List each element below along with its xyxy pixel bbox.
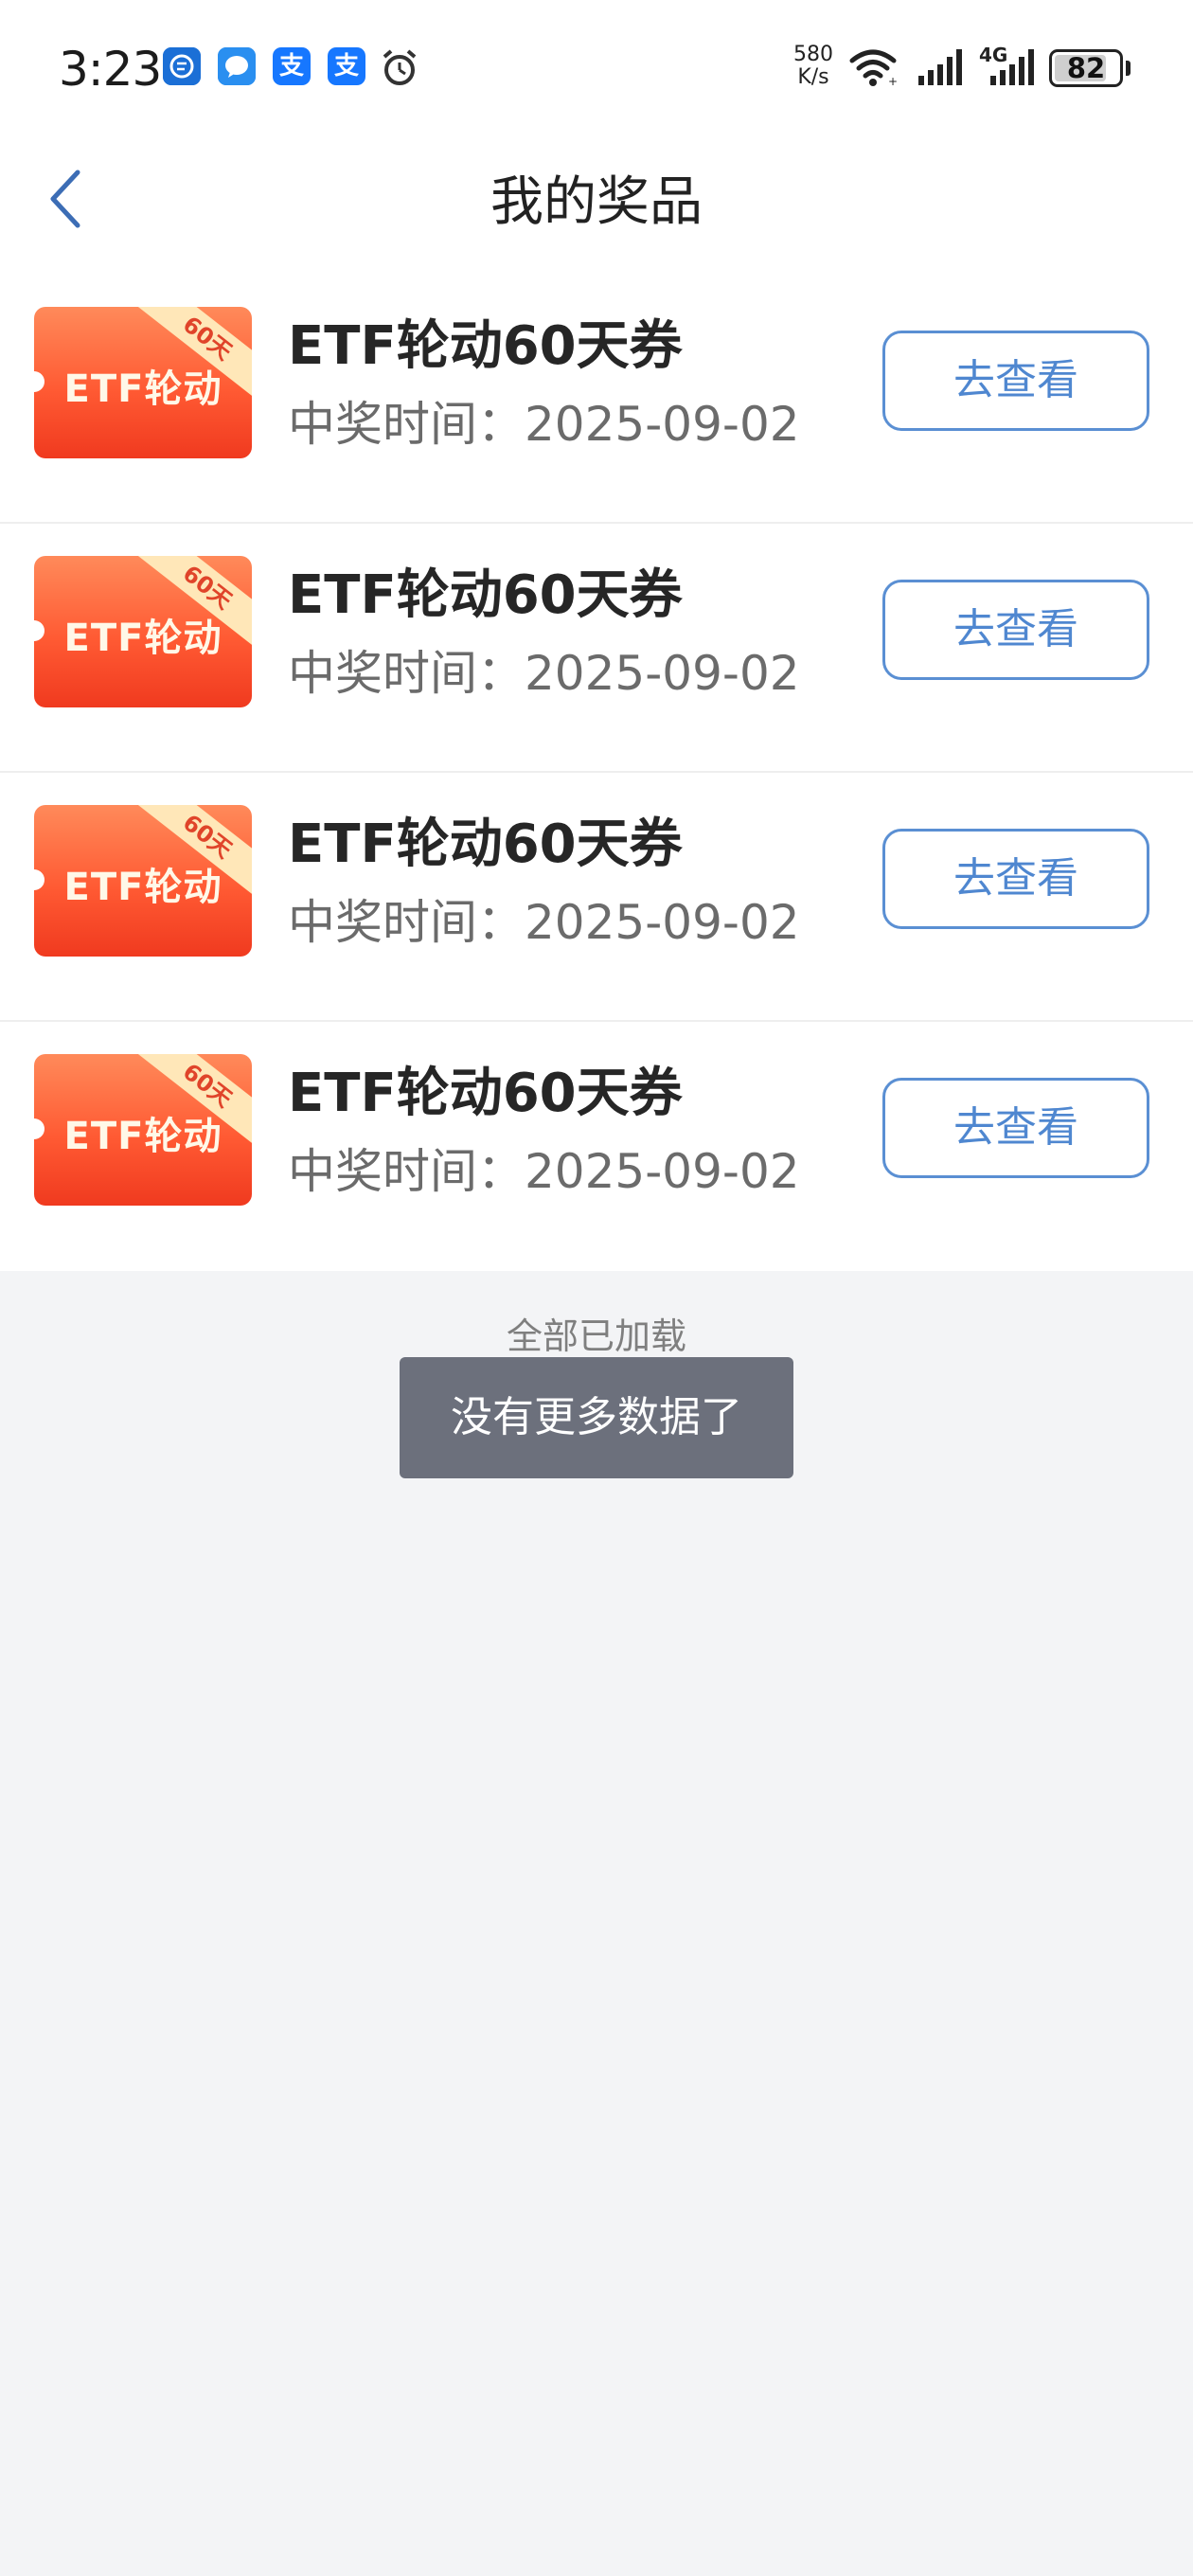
coupon-image: 60天 ETF轮动 xyxy=(34,556,252,707)
network-speed: 580 K/s xyxy=(793,43,833,89)
svg-text:+: + xyxy=(888,75,898,87)
coupon-image: 60天 ETF轮动 xyxy=(34,307,252,458)
nav-bar: 我的奖品 xyxy=(0,133,1193,275)
prize-time: 中奖时间：2025-09-02 xyxy=(288,397,800,452)
battery-indicator: 82 xyxy=(1049,49,1123,87)
status-bar: 3:23 支 支 580 K/s + 4G 82 xyxy=(0,0,1193,133)
view-button[interactable]: 去查看 xyxy=(882,829,1149,929)
prize-time: 中奖时间：2025-09-02 xyxy=(288,646,800,701)
coupon-image: 60天 ETF轮动 xyxy=(34,1054,252,1206)
message-app-icon xyxy=(163,47,201,85)
page-title: 我的奖品 xyxy=(490,171,703,233)
alipay-app-icon: 支 xyxy=(273,47,311,85)
status-time: 3:23 xyxy=(59,42,162,97)
list-item: 60天 ETF轮动 ETF轮动60天券 中奖时间：2025-09-02 去查看 xyxy=(0,275,1193,524)
prize-name: ETF轮动60天券 xyxy=(288,315,683,377)
prize-time: 中奖时间：2025-09-02 xyxy=(288,1144,800,1199)
view-button[interactable]: 去查看 xyxy=(882,331,1149,431)
all-loaded-text: 全部已加载 xyxy=(506,1315,686,1357)
prize-list: 60天 ETF轮动 ETF轮动60天券 中奖时间：2025-09-02 去查看 … xyxy=(0,275,1193,1271)
list-item: 60天 ETF轮动 ETF轮动60天券 中奖时间：2025-09-02 去查看 xyxy=(0,1022,1193,1271)
alipay-app-icon: 支 xyxy=(328,47,365,85)
wifi-icon: + xyxy=(849,49,898,87)
chat-bubble-app-icon xyxy=(218,47,256,85)
prize-name: ETF轮动60天券 xyxy=(288,1063,683,1124)
coupon-label: ETF轮动 xyxy=(63,617,223,660)
prize-time: 中奖时间：2025-09-02 xyxy=(288,895,800,950)
view-button[interactable]: 去查看 xyxy=(882,1078,1149,1178)
cellular-4g-signal-icon xyxy=(990,49,1034,85)
coupon-image: 60天 ETF轮动 xyxy=(34,805,252,957)
list-item: 60天 ETF轮动 ETF轮动60天券 中奖时间：2025-09-02 去查看 xyxy=(0,773,1193,1022)
prize-name: ETF轮动60天券 xyxy=(288,564,683,626)
alarm-clock-icon xyxy=(379,47,417,85)
view-button[interactable]: 去查看 xyxy=(882,580,1149,680)
prize-page: 3:23 支 支 580 K/s + 4G 82 我的奖品 60天 ETF轮动 … xyxy=(0,0,1193,2576)
coupon-label: ETF轮动 xyxy=(63,1115,223,1158)
no-more-data-toast: 没有更多数据了 xyxy=(400,1357,793,1478)
battery-level-text: 82 xyxy=(1066,52,1106,84)
battery-nub xyxy=(1126,61,1131,76)
coupon-label: ETF轮动 xyxy=(63,866,223,909)
coupon-label: ETF轮动 xyxy=(63,367,223,411)
list-item: 60天 ETF轮动 ETF轮动60天券 中奖时间：2025-09-02 去查看 xyxy=(0,524,1193,773)
signal-strength-icon xyxy=(918,49,962,85)
prize-name: ETF轮动60天券 xyxy=(288,814,683,875)
